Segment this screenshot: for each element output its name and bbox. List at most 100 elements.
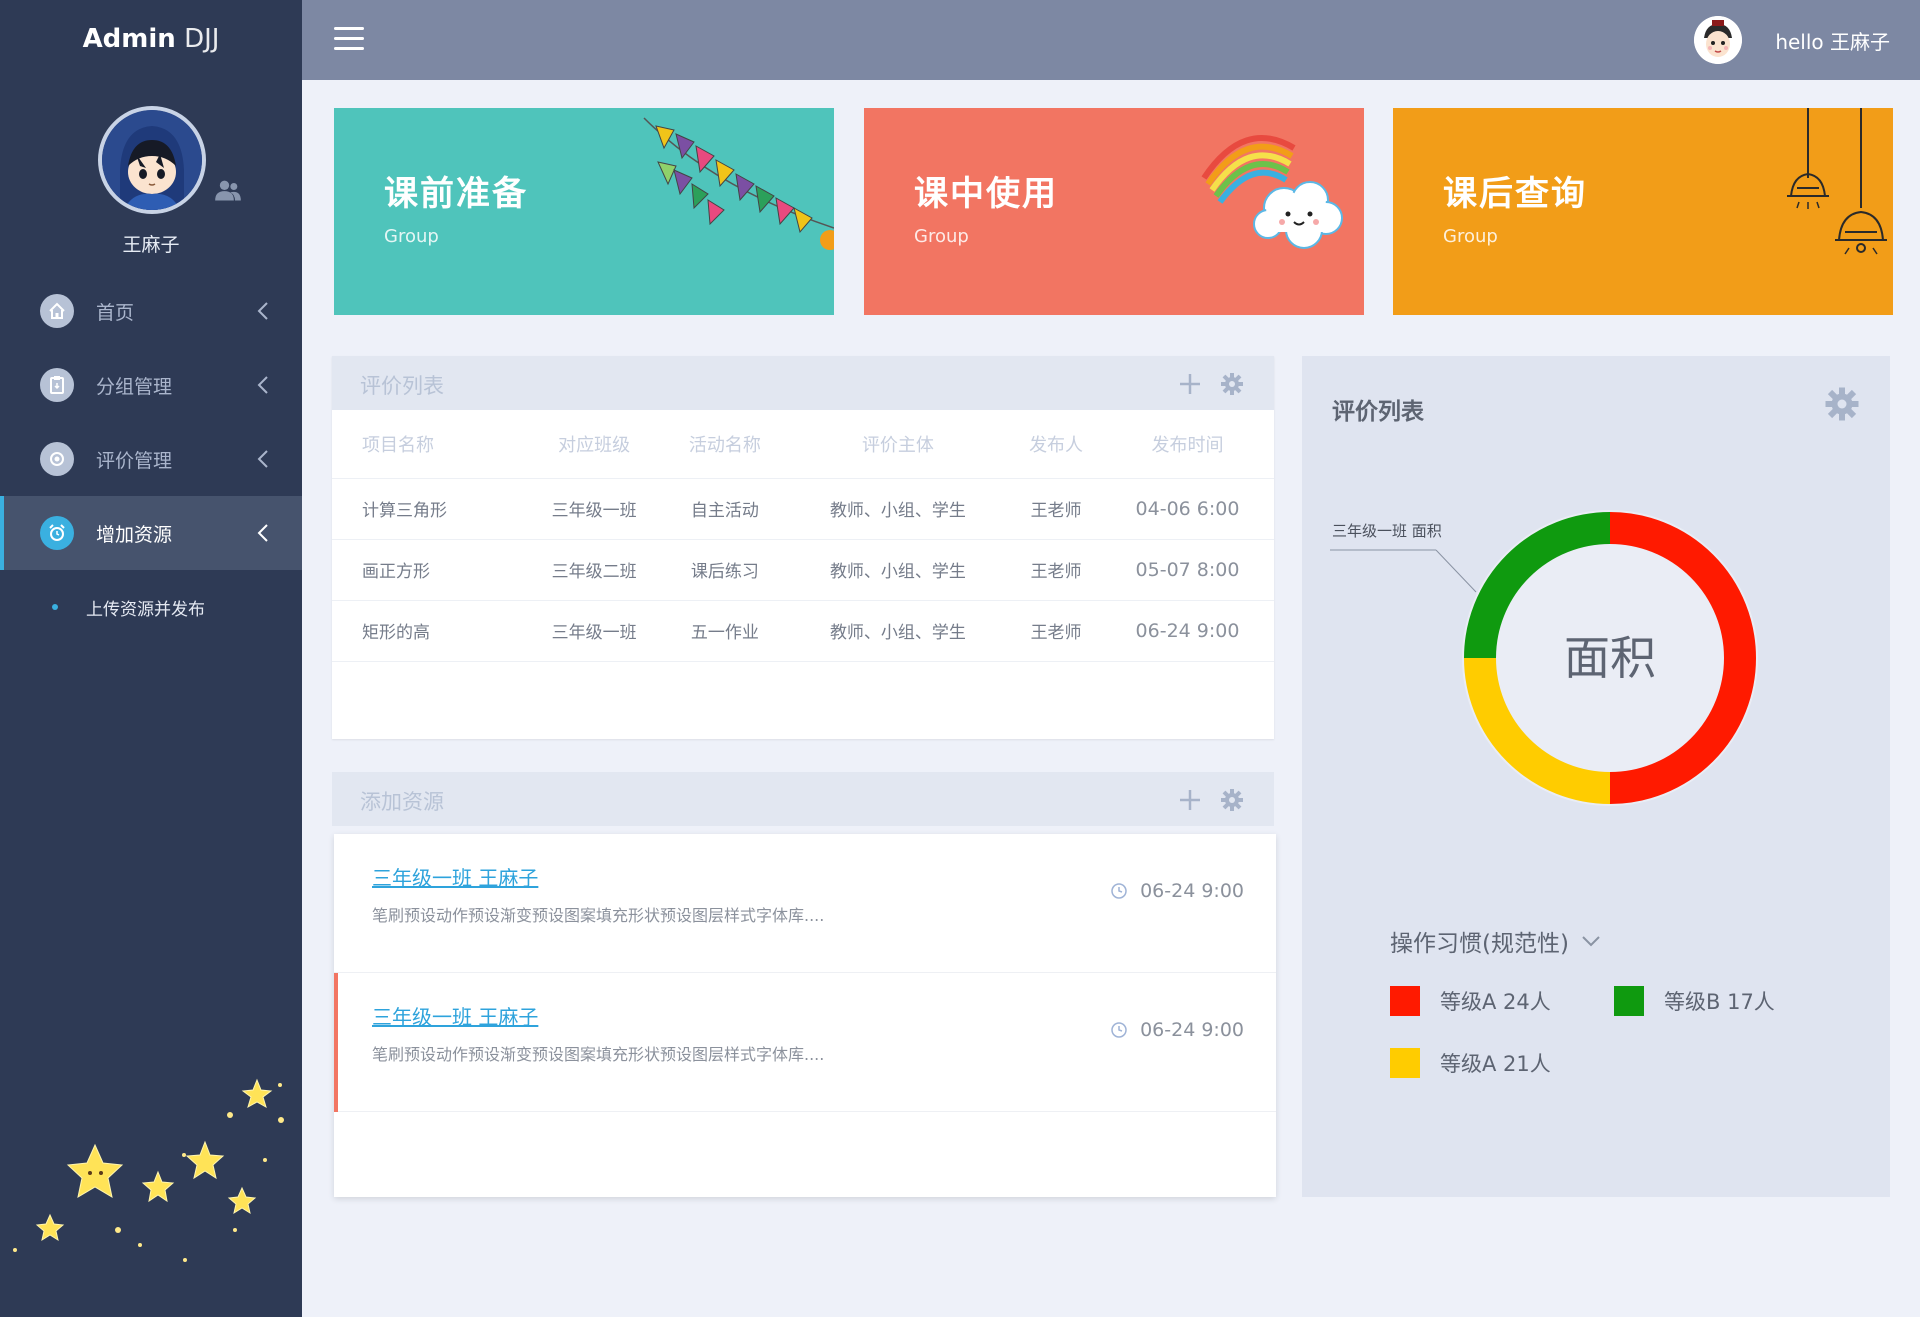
habit-dropdown[interactable]: 操作习惯(规范性) <box>1390 924 1601 958</box>
bullet-dot <box>52 604 58 610</box>
hanging-lamps-illustration <box>1787 108 1887 255</box>
gear-icon[interactable] <box>1220 372 1244 396</box>
sidebar-item-label: 增加资源 <box>96 523 173 546</box>
gear-icon[interactable] <box>1220 788 1244 812</box>
table-row[interactable]: 矩形的高 三年级一班 五一作业 教师、小组、学生 王老师 06-24 9:00 <box>332 600 1274 662</box>
sidebar-item-home[interactable]: 首页 <box>0 274 302 348</box>
table-cell: 三年级二班 <box>523 539 665 601</box>
legend-item: 等级A 21人 <box>1390 1048 1551 1078</box>
menu-toggle-icon[interactable] <box>334 27 364 53</box>
legend-swatch <box>1614 986 1644 1016</box>
resource-time: 06-24 9:00 <box>1110 1019 1244 1041</box>
resource-time-text: 06-24 9:00 <box>1140 1019 1244 1041</box>
card-title: 课后查询 <box>1443 174 1587 214</box>
sidebar-item-label: 分组管理 <box>96 375 173 398</box>
clock-icon <box>1111 1022 1127 1038</box>
settings-icon <box>40 442 74 476</box>
legend-label: 等级A 21人 <box>1440 1052 1551 1076</box>
plus-icon[interactable] <box>1178 372 1202 396</box>
sidebar-item-label: 首页 <box>96 301 135 324</box>
resource-description: 笔刷预设动作预设渐变预设图案填充形状预设图层样式字体库.... <box>372 906 825 925</box>
resource-title-link[interactable]: 三年级一班 王麻子 <box>372 862 538 891</box>
sidebar-item-add-resource[interactable]: 增加资源 <box>0 496 302 570</box>
legend-item: 等级B 17人 <box>1614 986 1775 1016</box>
sidebar-username: 王麻子 <box>122 234 180 256</box>
home-icon <box>40 294 74 328</box>
list-item[interactable]: 三年级一班 王麻子 笔刷预设动作预设渐变预设图案填充形状预设图层样式字体库...… <box>334 834 1276 973</box>
sidebar-subitem-label: 上传资源并发布 <box>86 599 205 620</box>
table-cell: 04-06 6:00 <box>1101 478 1274 540</box>
avatar-illustration <box>102 110 202 210</box>
table-row[interactable]: 画正方形 三年级二班 课后练习 教师、小组、学生 王老师 05-07 8:00 <box>332 539 1274 601</box>
sidebar-item-evaluation-management[interactable]: 评价管理 <box>0 422 302 496</box>
legend-item: 等级A 24人 <box>1390 986 1551 1016</box>
resource-title-link[interactable]: 三年级一班 王麻子 <box>372 1001 538 1030</box>
table-cell: 三年级一班 <box>523 600 665 662</box>
callout-line <box>1435 549 1477 593</box>
table-cell: 05-07 8:00 <box>1101 539 1274 601</box>
legend-label: 等级A 24人 <box>1440 990 1551 1014</box>
col-header: 发布时间 <box>1101 410 1274 479</box>
table-cell: 王老师 <box>1011 478 1101 540</box>
donut-callout-label: 三年级一班 面积 <box>1332 522 1442 540</box>
table-header-row: 项目名称 对应班级 活动名称 评价主体 发布人 发布时间 <box>332 410 1274 479</box>
donut-center-label: 面积 <box>1564 631 1656 685</box>
clock-icon <box>1111 883 1127 899</box>
user-avatar[interactable] <box>98 106 206 214</box>
card-in-class[interactable]: 课中使用 Group <box>864 108 1364 315</box>
col-header: 活动名称 <box>664 410 785 479</box>
card-title: 课中使用 <box>914 174 1058 214</box>
donut-chart: 三年级一班 面积 面积 <box>1330 510 1758 806</box>
card-post-class[interactable]: 课后查询 Group <box>1393 108 1893 315</box>
sidebar: Admin DJJ 王麻子 首页 分组管理 评价管理 增加资源 上传资源并发布 <box>0 0 302 1317</box>
evaluation-chart-panel: 评价列表 三年级一班 面积 面积 操作习惯(规范性) 等级A 24人 等级B 1… <box>1302 356 1890 1197</box>
dropdown-label: 操作习惯(规范性) <box>1390 931 1569 957</box>
bunting-flags-illustration <box>643 117 834 250</box>
table-cell: 五一作业 <box>664 600 785 662</box>
sidebar-subitem-upload-publish[interactable]: 上传资源并发布 <box>0 570 302 644</box>
evaluation-list-panel: 评价列表 项目名称 对应班级 活动名称 评价主体 发布人 发布时间 计算三角形 … <box>332 356 1274 739</box>
table-cell: 王老师 <box>1011 539 1101 601</box>
card-subtitle: Group <box>384 226 439 247</box>
legend-swatch <box>1390 1048 1420 1078</box>
add-resource-panel: 添加资源 三年级一班 王麻子 笔刷预设动作预设渐变预设图案填充形状预设图层样式字… <box>332 772 1276 1197</box>
resource-list: 三年级一班 王麻子 笔刷预设动作预设渐变预设图案填充形状预设图层样式字体库...… <box>334 834 1276 1197</box>
top-header: hello 王麻子 <box>302 0 1920 80</box>
resource-time: 06-24 9:00 <box>1110 880 1244 902</box>
chevron-left-icon <box>257 450 268 468</box>
table-cell: 画正方形 <box>332 539 524 601</box>
plus-icon[interactable] <box>1178 788 1202 812</box>
panel-title: 评价列表 <box>360 374 444 398</box>
col-header: 对应班级 <box>523 410 665 479</box>
sidebar-item-group-management[interactable]: 分组管理 <box>0 348 302 422</box>
list-item[interactable]: 三年级一班 王麻子 笔刷预设动作预设渐变预设图案填充形状预设图层样式字体库...… <box>334 973 1276 1112</box>
table-cell: 矩形的高 <box>332 600 524 662</box>
col-header: 项目名称 <box>332 410 524 479</box>
sidebar-item-label: 评价管理 <box>96 449 173 472</box>
resource-description: 笔刷预设动作预设渐变预设图案填充形状预设图层样式字体库.... <box>372 1045 825 1064</box>
table-cell: 三年级一班 <box>523 478 665 540</box>
table-cell: 课后练习 <box>664 539 785 601</box>
chevron-left-icon <box>257 302 268 320</box>
panel-title: 添加资源 <box>360 790 444 814</box>
users-icon[interactable] <box>214 176 242 204</box>
clipboard-icon <box>40 368 74 402</box>
table-cell: 计算三角形 <box>332 478 524 540</box>
stars-illustration <box>13 1078 284 1262</box>
card-pre-class[interactable]: 课前准备 Group <box>334 108 834 315</box>
panel-header: 添加资源 <box>332 772 1274 826</box>
header-avatar[interactable] <box>1694 16 1742 64</box>
col-header: 评价主体 <box>784 410 1012 479</box>
panel-header: 评价列表 <box>332 356 1274 410</box>
table-row[interactable]: 计算三角形 三年级一班 自主活动 教师、小组、学生 王老师 04-06 6:00 <box>332 478 1274 540</box>
table-cell: 06-24 9:00 <box>1101 600 1274 662</box>
table-cell: 教师、小组、学生 <box>784 478 1012 540</box>
table-cell: 教师、小组、学生 <box>784 539 1012 601</box>
chevron-left-icon <box>257 524 268 542</box>
resource-time-text: 06-24 9:00 <box>1140 880 1244 902</box>
sidebar-nav: 首页 分组管理 评价管理 增加资源 上传资源并发布 <box>0 274 302 644</box>
logo-light-text: DJJ <box>184 24 220 54</box>
table-cell: 王老师 <box>1011 600 1101 662</box>
col-header: 发布人 <box>1011 410 1101 479</box>
header-greeting[interactable]: hello 王麻子 <box>1775 26 1890 55</box>
